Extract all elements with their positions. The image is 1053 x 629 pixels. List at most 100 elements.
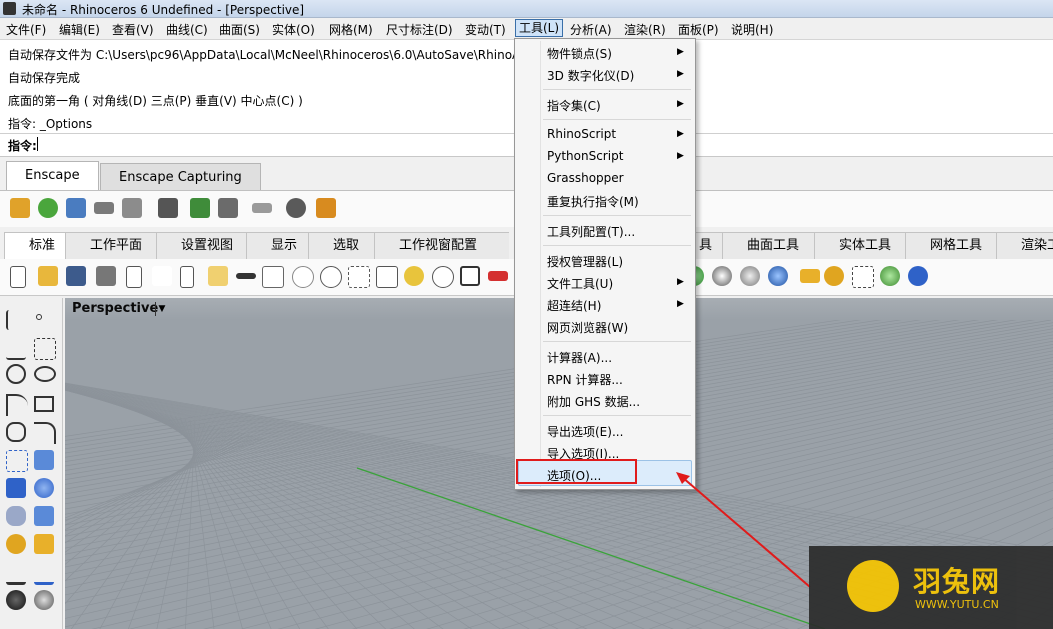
copy-icon[interactable] <box>180 266 194 288</box>
polyline-icon[interactable] <box>6 338 26 360</box>
open-folder-icon[interactable] <box>38 266 58 286</box>
tab-render-tools[interactable]: 渲染工 <box>996 232 1053 259</box>
menu-item-grasshopper[interactable]: Grasshopper <box>547 171 624 185</box>
help-icon[interactable] <box>908 266 928 286</box>
rotate-view-icon[interactable] <box>292 266 314 288</box>
menu-item-web-browser[interactable]: 网页浏览器(W) <box>547 319 628 336</box>
vr-icon[interactable] <box>158 198 178 218</box>
menu-item-toolbar-layout[interactable]: 工具列配置(T)... <box>547 223 635 240</box>
menu-file[interactable]: 文件(F) <box>6 21 46 38</box>
menu-solid[interactable]: 实体(O) <box>272 21 315 38</box>
link-icon[interactable] <box>66 198 86 218</box>
menu-item-hyperlink[interactable]: 超连结(H) <box>547 297 601 314</box>
curve-cv-icon[interactable] <box>34 338 56 360</box>
cylinder-mesh-icon[interactable] <box>6 506 26 526</box>
menu-item-file-utilities[interactable]: 文件工具(U) <box>547 275 613 292</box>
shaded-sphere-icon[interactable] <box>712 266 732 286</box>
group-icon[interactable] <box>6 590 26 610</box>
feedback-icon[interactable] <box>286 198 306 218</box>
menu-item-3d-digitizer[interactable]: 3D 数字化仪(D) <box>547 67 634 84</box>
fillet-curve-icon[interactable] <box>34 422 56 444</box>
menu-item-license-manager[interactable]: 授权管理器(L) <box>547 253 623 270</box>
menu-curve[interactable]: 曲线(C) <box>166 21 208 38</box>
options-gear-icon[interactable] <box>824 266 844 286</box>
asset-library-icon[interactable] <box>190 198 210 218</box>
paste-icon[interactable] <box>208 266 228 286</box>
circle-icon[interactable] <box>6 364 26 384</box>
menu-view[interactable]: 查看(V) <box>112 21 154 38</box>
transform-gear-icon[interactable] <box>6 534 26 554</box>
car-icon[interactable] <box>488 271 508 281</box>
zoom-selected-icon[interactable] <box>404 266 424 286</box>
sliders-icon[interactable] <box>252 203 272 213</box>
menu-panels[interactable]: 面板(P) <box>678 21 719 38</box>
menu-edit[interactable]: 编辑(E) <box>59 21 100 38</box>
light-icon[interactable] <box>800 269 820 283</box>
viewport-name[interactable]: Perspective <box>72 301 158 316</box>
print-icon[interactable] <box>96 266 116 286</box>
align-icon[interactable] <box>34 562 54 585</box>
zoom-extents-icon[interactable] <box>376 266 398 288</box>
menu-item-export-options[interactable]: 导出选项(E)... <box>547 423 623 440</box>
tab-solid-tools[interactable]: 实体工具 <box>814 232 909 259</box>
dimension-icon[interactable] <box>6 562 26 585</box>
mesh-plane-icon[interactable] <box>34 506 54 526</box>
tab-mesh-tools[interactable]: 网格工具 <box>905 232 1000 259</box>
menu-item-repeat-command[interactable]: 重复执行指令(M) <box>547 193 639 210</box>
menu-mesh[interactable]: 网格(M) <box>329 21 373 38</box>
array-icon[interactable] <box>34 590 54 610</box>
settings-gear-icon[interactable] <box>218 198 238 218</box>
boolean-union-icon[interactable] <box>34 478 54 498</box>
box-icon[interactable] <box>6 478 26 498</box>
menu-item-osnap[interactable]: 物件锁点(S) <box>547 45 612 62</box>
menu-item-command-set[interactable]: 指令集(C) <box>547 97 601 114</box>
menu-surface[interactable]: 曲面(S) <box>219 21 260 38</box>
menu-item-ghs-data[interactable]: 附加 GHS 数据... <box>547 393 640 410</box>
four-viewports-icon[interactable] <box>460 266 480 286</box>
rectangle-icon[interactable] <box>34 396 54 412</box>
tab-viewport-layout[interactable]: 工作视窗配置 <box>374 232 509 259</box>
explode-icon[interactable] <box>34 534 54 554</box>
cut-icon[interactable] <box>152 266 172 286</box>
tab-enscape-capturing[interactable]: Enscape Capturing <box>100 163 261 191</box>
polygon-icon[interactable] <box>6 422 26 442</box>
enscape-start-icon[interactable] <box>10 198 30 218</box>
import-icon[interactable] <box>126 266 142 288</box>
zoom-window-icon[interactable] <box>348 266 370 288</box>
ellipse-icon[interactable] <box>34 366 56 382</box>
tab-cplanes[interactable]: 工作平面 <box>65 232 160 259</box>
menu-help[interactable]: 说明(H) <box>731 21 773 38</box>
point-icon[interactable] <box>36 314 42 320</box>
material-sphere-icon[interactable] <box>768 266 788 286</box>
undo-icon[interactable] <box>236 273 256 279</box>
undo-view-icon[interactable] <box>432 266 454 288</box>
menu-item-pythonscript[interactable]: PythonScript <box>547 149 623 163</box>
menu-render[interactable]: 渲染(R) <box>624 21 666 38</box>
selection-filter-icon[interactable] <box>852 266 874 288</box>
extrude-surface-icon[interactable] <box>34 450 54 470</box>
save-icon[interactable] <box>66 266 86 286</box>
arc-icon[interactable] <box>6 394 28 416</box>
surface-cv-icon[interactable] <box>6 450 28 472</box>
camera-path-icon[interactable] <box>94 202 114 214</box>
ghosted-sphere-icon[interactable] <box>740 266 760 286</box>
menu-item-rhinoscript[interactable]: RhinoScript <box>547 127 616 141</box>
plugin-icon[interactable] <box>880 266 900 286</box>
menu-analyze[interactable]: 分析(A) <box>570 21 612 38</box>
menu-tools[interactable]: 工具(L) <box>515 19 564 37</box>
viewport-dropdown-icon[interactable]: ▼ <box>155 302 168 316</box>
tab-surface-tools[interactable]: 曲面工具 <box>722 232 817 259</box>
pan-hand-icon[interactable] <box>262 266 284 288</box>
tab-enscape[interactable]: Enscape <box>6 161 99 191</box>
tab-set-view[interactable]: 设置视图 <box>156 232 251 259</box>
menu-item-calculator[interactable]: 计算器(A)... <box>547 349 612 366</box>
info-icon[interactable] <box>316 198 336 218</box>
sync-icon[interactable] <box>38 198 58 218</box>
menu-item-rpn-calculator[interactable]: RPN 计算器... <box>547 371 623 388</box>
zoom-icon[interactable] <box>320 266 342 288</box>
menu-transform[interactable]: 变动(T) <box>465 21 506 38</box>
menu-dimension[interactable]: 尺寸标注(D) <box>386 21 453 38</box>
select-arrow-icon[interactable] <box>6 310 16 330</box>
new-file-icon[interactable] <box>10 266 26 288</box>
screenshot-icon[interactable] <box>122 198 142 218</box>
